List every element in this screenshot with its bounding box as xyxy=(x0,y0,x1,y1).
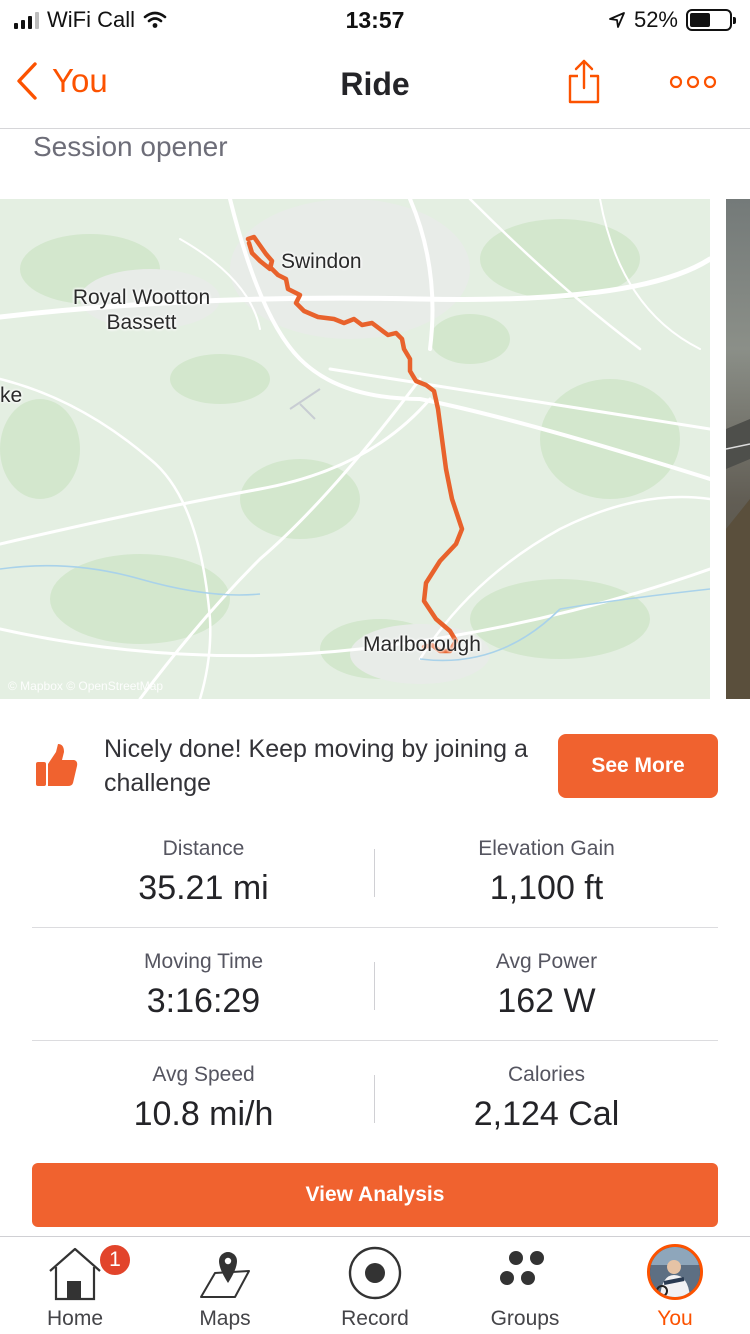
battery-fill xyxy=(690,13,710,27)
stat-distance: Distance 35.21 mi xyxy=(32,815,375,928)
map-label-marlborough: Marlborough xyxy=(363,633,481,656)
stat-avg-speed: Avg Speed 10.8 mi/h xyxy=(32,1041,375,1154)
battery-percent: 52% xyxy=(633,7,678,32)
avatar-image xyxy=(650,1247,700,1297)
map-attribution: © Mapbox © OpenStreetMap xyxy=(8,679,164,693)
stat-label: Avg Speed xyxy=(152,1063,255,1086)
stat-row: Moving Time 3:16:29 Avg Power 162 W xyxy=(32,928,718,1041)
tab-label: Groups xyxy=(490,1307,560,1330)
stat-value: 2,124 Cal xyxy=(473,1095,620,1133)
stat-label: Moving Time xyxy=(143,950,264,973)
stats-grid: Distance 35.21 mi Elevation Gain 1,100 f… xyxy=(32,815,718,1154)
photo-texture xyxy=(726,419,750,699)
thumbs-up-icon xyxy=(36,744,78,786)
stat-value: 10.8 mi/h xyxy=(133,1095,274,1133)
notification-badge: 1 xyxy=(98,1243,132,1277)
tab-label: You xyxy=(657,1307,693,1330)
stat-label: Distance xyxy=(162,837,245,860)
tab-label: Home xyxy=(46,1307,104,1330)
see-more-button[interactable]: See More xyxy=(558,734,718,798)
map-label-royal-wootton: Royal Wootton xyxy=(72,286,211,309)
stat-row: Avg Speed 10.8 mi/h Calories 2,124 Cal xyxy=(32,1041,718,1154)
tab-home[interactable]: 1 Home xyxy=(0,1237,150,1334)
stat-avg-power: Avg Power 162 W xyxy=(375,928,718,1041)
tab-bar: 1 Home Maps Record Groups You xyxy=(0,1236,750,1334)
page-title: Ride xyxy=(340,66,410,102)
tab-you[interactable]: You xyxy=(600,1237,750,1334)
more-options-icon[interactable] xyxy=(668,70,718,94)
status-bar: WiFi Call 13:57 52% xyxy=(0,0,750,40)
stat-elevation-gain: Elevation Gain 1,100 ft xyxy=(375,815,718,928)
stat-label: Avg Power xyxy=(495,950,598,973)
home-icon xyxy=(49,1247,101,1301)
challenge-text: Nicely done! Keep moving by joining a ch… xyxy=(104,735,528,797)
view-analysis-button[interactable]: View Analysis xyxy=(32,1163,718,1227)
record-icon xyxy=(348,1246,402,1300)
stat-label: Calories xyxy=(507,1063,586,1086)
map-label-edge-fragment: ke xyxy=(0,384,23,407)
status-right: 52% xyxy=(608,7,736,33)
battery-icon xyxy=(686,9,736,31)
route-map[interactable]: Swindon Royal Wootton Bassett Marlboroug… xyxy=(0,199,710,699)
tab-groups[interactable]: Groups xyxy=(450,1237,600,1334)
tab-record[interactable]: Record xyxy=(300,1237,450,1334)
avatar xyxy=(647,1244,703,1300)
stat-moving-time: Moving Time 3:16:29 xyxy=(32,928,375,1041)
share-icon[interactable] xyxy=(566,58,602,106)
stat-value: 35.21 mi xyxy=(138,869,269,907)
nav-bar: You Ride xyxy=(0,40,750,129)
tab-maps[interactable]: Maps xyxy=(150,1237,300,1334)
map-label-bassett: Bassett xyxy=(106,311,177,334)
stat-value: 3:16:29 xyxy=(146,982,261,1020)
tab-label: Record xyxy=(341,1307,409,1330)
groups-icon xyxy=(500,1251,544,1285)
map-label-swindon: Swindon xyxy=(281,250,362,273)
map-base xyxy=(0,199,710,699)
stat-row: Distance 35.21 mi Elevation Gain 1,100 f… xyxy=(32,815,718,928)
stat-value: 1,100 ft xyxy=(489,869,604,907)
stat-value: 162 W xyxy=(497,982,596,1020)
activity-photo-peek[interactable] xyxy=(726,199,750,699)
activity-title: Session opener xyxy=(33,131,228,162)
challenge-promo: Nicely done! Keep moving by joining a ch… xyxy=(0,720,750,810)
stat-label: Elevation Gain xyxy=(478,837,615,860)
tab-label: Maps xyxy=(199,1307,251,1330)
stat-calories: Calories 2,124 Cal xyxy=(375,1041,718,1154)
map-pin-icon xyxy=(200,1252,250,1298)
location-arrow-icon xyxy=(609,12,625,28)
